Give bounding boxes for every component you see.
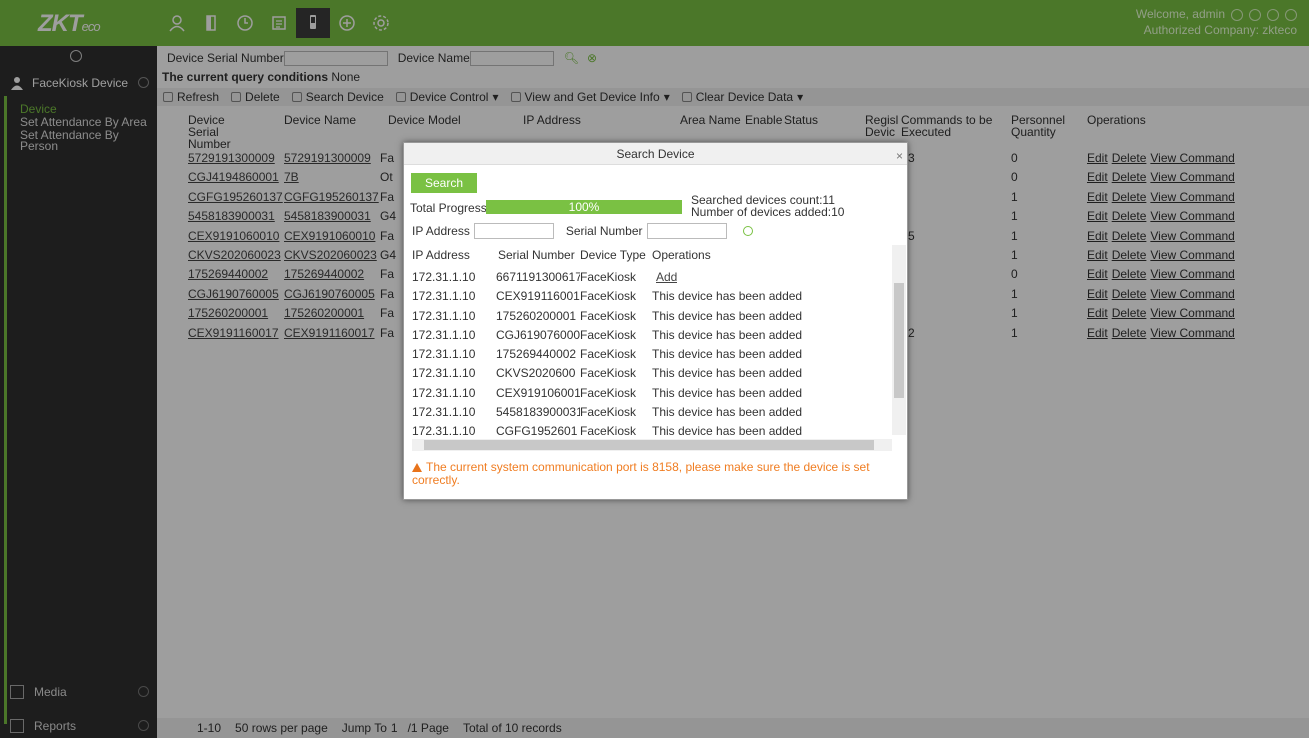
status-cell: This device has been added [652, 289, 803, 304]
table-row[interactable]: 172.31.1.10 CGJ619076000 FaceKiosk This dev… [412, 326, 892, 345]
serial-cell: CEX919116001 [496, 289, 580, 304]
status-cell: This device has been added [652, 366, 803, 381]
table-row[interactable]: 172.31.1.10 6671191300617 FaceKiosk Add [412, 268, 892, 287]
port-warning: The current system communication port is… [412, 461, 882, 487]
vertical-scrollbar[interactable] [892, 245, 906, 435]
serial-cell: CGJ619076000 [496, 327, 580, 342]
add-device-link[interactable]: Add [656, 270, 677, 284]
close-icon[interactable]: × [896, 145, 903, 167]
table-row[interactable]: 172.31.1.10 CKVS2020600 FaceKiosk This devi… [412, 364, 892, 383]
status-cell: This device has been added [652, 347, 803, 362]
search-counts: Searched devices count:11 Number of devi… [691, 194, 844, 218]
search-device-dialog: Search Device × Search Total Progress 10… [403, 142, 908, 500]
serial-cell: 175260200001 [496, 308, 577, 323]
type-cell: FaceKiosk [580, 385, 637, 400]
search-button[interactable]: Search [411, 173, 477, 193]
clear-filter-icon[interactable] [742, 226, 753, 236]
ip-cell: 172.31.1.10 [412, 308, 476, 323]
status-cell: This device has been added [652, 327, 803, 342]
table-row[interactable]: 172.31.1.10 CEX919106001 FaceKiosk This dev… [412, 384, 892, 403]
type-cell: FaceKiosk [580, 327, 637, 342]
type-cell: FaceKiosk [580, 347, 637, 362]
progress-text: 100% [568, 200, 600, 214]
serial-cell: 6671191300617 [496, 270, 580, 284]
progress-bar: 100% [486, 200, 682, 214]
serial-cell: 5458183900031 [496, 405, 580, 420]
added-count: Number of devices added:10 [691, 205, 845, 219]
ip-cell: 172.31.1.10 [412, 347, 476, 362]
ip-cell: 172.31.1.10 [412, 405, 476, 420]
serial-filter-label: Serial Number [565, 224, 643, 238]
status-cell: This device has been added [652, 308, 803, 323]
ip-filter-input[interactable] [473, 223, 554, 239]
type-cell: FaceKiosk [580, 405, 637, 420]
dialog-table-body: 172.31.1.10 6671191300617 FaceKiosk Add 172… [412, 268, 892, 442]
type-cell: FaceKiosk [580, 308, 637, 323]
serial-cell: CKVS2020600 [496, 366, 576, 381]
warning-text: The current system communication port is… [412, 460, 870, 487]
col-operations: Operations [652, 248, 711, 262]
serial-cell: CEX919106001 [496, 385, 580, 400]
serial-cell: CGFG1952601 [496, 424, 578, 439]
ip-filter-label: IP Address [412, 224, 470, 238]
status-cell: This device has been added [652, 385, 803, 400]
type-cell: FaceKiosk [580, 289, 637, 304]
progress-label: Total Progress [410, 201, 487, 215]
serial-cell: 175269440002 [496, 347, 577, 362]
ip-cell: 172.31.1.10 [412, 327, 476, 342]
table-row[interactable]: 172.31.1.10 175269440002 FaceKiosk This dev… [412, 345, 892, 364]
col-serial: Serial Number [498, 248, 575, 262]
ip-cell: 172.31.1.10 [412, 385, 476, 400]
col-ip: IP Address [412, 248, 470, 262]
ip-cell: 172.31.1.10 [412, 424, 476, 439]
ip-cell: 172.31.1.10 [412, 366, 476, 381]
dialog-table-header: IP Address Serial Number Device Type Ope… [412, 248, 892, 264]
warning-icon [412, 463, 422, 472]
type-cell: FaceKiosk [580, 424, 637, 439]
table-row[interactable]: 172.31.1.10 5458183900031 FaceKiosk This de… [412, 403, 892, 422]
dialog-title: Search Device [616, 147, 695, 161]
table-row[interactable]: 172.31.1.10 CEX919116001 FaceKiosk This dev… [412, 287, 892, 306]
dialog-filter: IP Address Serial Number [412, 223, 753, 239]
serial-filter-input[interactable] [646, 223, 727, 239]
status-cell: This device has been added [652, 405, 803, 420]
ip-cell: 172.31.1.10 [412, 289, 476, 304]
table-row[interactable]: 172.31.1.10 175260200001 FaceKiosk This dev… [412, 307, 892, 326]
dialog-title-bar: Search Device × [404, 143, 907, 165]
type-cell: FaceKiosk [580, 270, 637, 284]
ip-cell: 172.31.1.10 [412, 270, 476, 284]
type-cell: FaceKiosk [580, 366, 637, 381]
col-type: Device Type [580, 248, 646, 262]
status-cell: This device has been added [652, 424, 803, 439]
scroll-thumb[interactable] [894, 283, 904, 398]
scroll-thumb[interactable] [424, 440, 874, 450]
horizontal-scrollbar[interactable] [412, 439, 892, 451]
